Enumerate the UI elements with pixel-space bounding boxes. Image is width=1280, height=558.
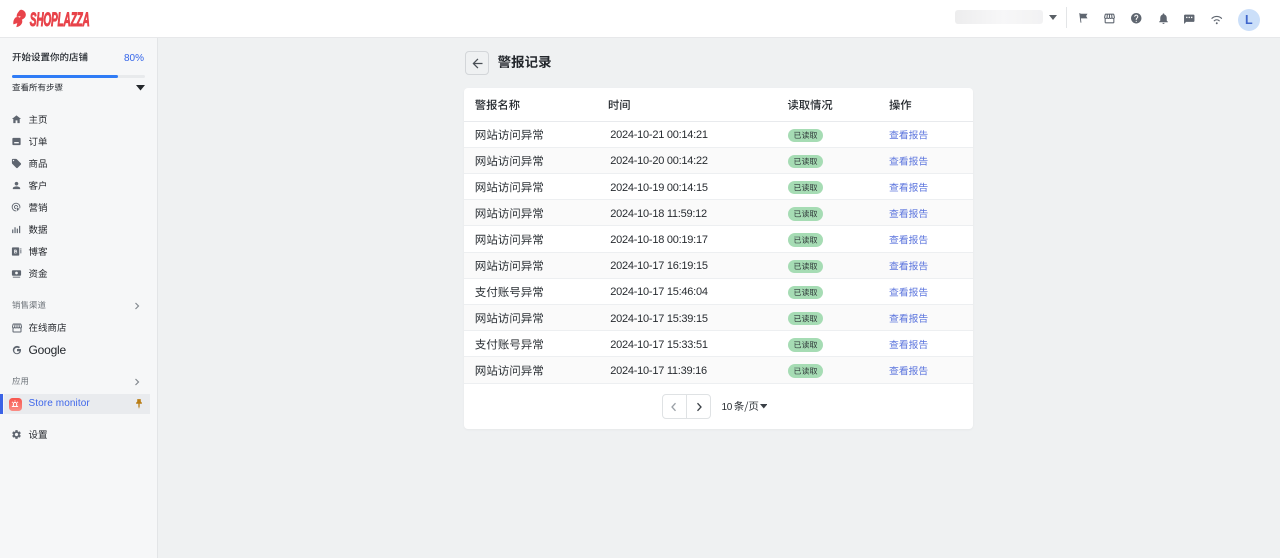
svg-text:SHOPLAZZA: SHOPLAZZA	[30, 10, 90, 30]
